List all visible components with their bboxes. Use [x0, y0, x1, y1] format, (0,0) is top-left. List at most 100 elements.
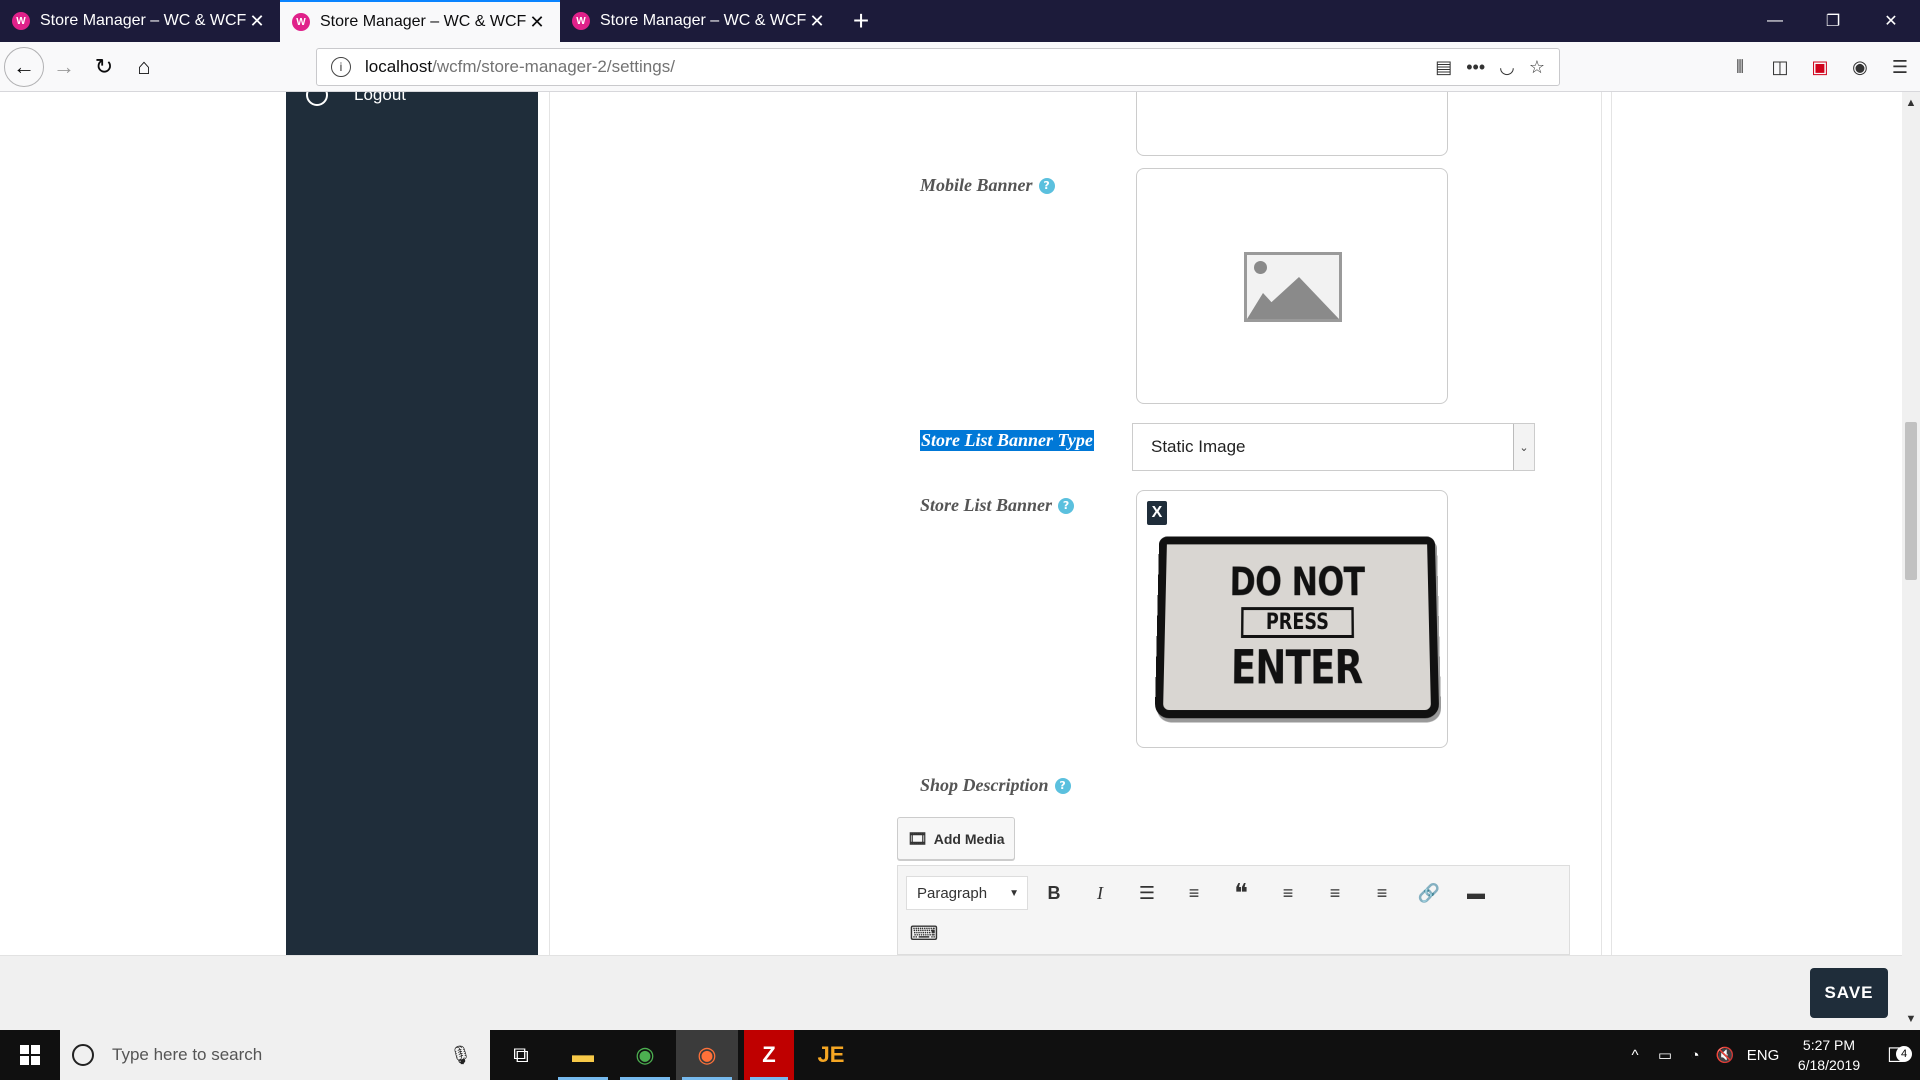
dropdown-arrow-icon: ▼ — [1009, 887, 1019, 899]
link-icon[interactable]: 🔗 — [1413, 876, 1445, 910]
windows-logo-icon — [20, 1045, 40, 1065]
save-button[interactable]: SAVE — [1810, 968, 1888, 1018]
sidebar-item-logout[interactable]: Logout — [306, 92, 406, 106]
media-icon: 🎞 — [907, 830, 928, 848]
file-explorer-icon[interactable]: ▬ — [552, 1030, 614, 1080]
bullet-list-icon[interactable]: ☰ — [1131, 876, 1163, 910]
mobile-banner-label: Mobile Banner ? — [920, 175, 1055, 196]
account-icon[interactable]: ◉ — [1840, 47, 1880, 87]
italic-icon[interactable]: I — [1084, 876, 1116, 910]
reader-view-icon[interactable]: ▤ — [1435, 57, 1452, 78]
store-list-banner-label: Store List Banner ? — [920, 495, 1075, 516]
back-arrow-icon[interactable]: ← — [4, 46, 44, 87]
help-icon[interactable]: ? — [1058, 497, 1075, 514]
taskbar-search[interactable]: Type here to search 🎙 — [60, 1030, 490, 1080]
remove-image-button[interactable]: X — [1147, 501, 1167, 525]
divider — [1611, 92, 1612, 955]
select-value: Static Image — [1151, 437, 1246, 456]
filezilla-icon[interactable]: Z — [744, 1030, 794, 1080]
sign-text-2: PRESS — [1240, 606, 1354, 638]
banner-preview-image: DO NOT PRESS ENTER — [1154, 536, 1440, 719]
store-list-banner-type-select[interactable]: Static Image ⌄ — [1132, 423, 1535, 471]
align-center-icon[interactable]: ≡ — [1319, 876, 1351, 910]
sign-text-3: ENTER — [1230, 639, 1364, 695]
chevron-up-icon[interactable]: ^ — [1620, 1047, 1650, 1064]
start-button[interactable] — [0, 1030, 60, 1080]
clock-time: 5:27 PM — [1802, 1037, 1856, 1053]
menu-icon[interactable]: ☰ — [1880, 47, 1920, 87]
address-bar[interactable]: i localhost/wcfm/store-manager-2/setting… — [316, 48, 1560, 86]
help-icon[interactable]: ? — [1038, 177, 1055, 194]
wcfm-sidebar: Logout — [286, 92, 538, 955]
wcfm-favicon-icon: W — [572, 12, 590, 30]
navigation-toolbar: ← → ↻ ⌂ i localhost/wcfm/store-manager-2… — [0, 42, 1920, 92]
language-indicator[interactable]: ENG — [1740, 1047, 1786, 1064]
window-controls: — ❐ ✕ — [1746, 0, 1920, 42]
extension-icon[interactable]: ▣ — [1800, 47, 1840, 87]
forward-arrow-icon[interactable]: → — [44, 47, 84, 87]
help-icon[interactable]: ? — [1054, 777, 1071, 794]
tab-title: Store Manager – WC & WCFM — [600, 12, 806, 29]
clock[interactable]: 5:27 PM 6/18/2019 — [1786, 1035, 1872, 1075]
tab-title: Store Manager – WC & WCFM — [320, 13, 526, 30]
keyboard-icon[interactable]: ⌨ — [908, 918, 940, 948]
store-list-banner-type-label-text: Store List Banner Type — [920, 430, 1094, 451]
format-select[interactable]: Paragraph ▼ — [906, 876, 1028, 910]
align-left-icon[interactable]: ≡ — [1272, 876, 1304, 910]
banner-image-box[interactable] — [1136, 92, 1448, 156]
system-tray: ^ ▭ ◔ 🔇 ENG 5:27 PM 6/18/2019 ☐ 4 — [1620, 1030, 1920, 1080]
clock-date: 6/18/2019 — [1797, 1057, 1861, 1073]
windows-taskbar: Type here to search 🎙 ⧉ ▬ ◉ ◉ Z JE ^ ▭ ◔… — [0, 1030, 1920, 1080]
scroll-thumb[interactable] — [1905, 422, 1917, 580]
sidebar-toggle-icon[interactable]: ◫ — [1760, 47, 1800, 87]
tab-title: Store Manager – WC & WCFM — [40, 12, 246, 29]
notification-center-icon[interactable]: ☐ 4 — [1872, 1043, 1920, 1068]
wifi-icon[interactable]: ◔ — [1680, 1047, 1710, 1064]
tab-close-icon[interactable]: ✕ — [246, 10, 268, 32]
scroll-up-icon[interactable]: ▲ — [1902, 94, 1920, 112]
numbered-list-icon[interactable]: ≡ — [1178, 876, 1210, 910]
jetbrains-icon[interactable]: JE — [800, 1030, 862, 1080]
shop-description-label: Shop Description ? — [920, 775, 1071, 796]
site-info-icon[interactable]: i — [331, 57, 351, 77]
microphone-icon[interactable]: 🎙 — [449, 1045, 472, 1066]
chrome-icon[interactable]: ◉ — [614, 1030, 676, 1080]
blockquote-icon[interactable]: ❝ — [1225, 876, 1257, 910]
new-tab-button[interactable]: + — [840, 0, 882, 42]
minimize-icon[interactable]: — — [1746, 0, 1804, 42]
pocket-icon[interactable]: ◡ — [1499, 57, 1515, 78]
volume-muted-icon[interactable]: 🔇 — [1710, 1046, 1740, 1064]
wcfm-favicon-icon: W — [292, 13, 310, 31]
browser-tab-3[interactable]: W Store Manager – WC & WCFM ✕ — [560, 0, 840, 42]
bold-icon[interactable]: B — [1038, 876, 1070, 910]
wcfm-favicon-icon: W — [12, 12, 30, 30]
mobile-banner-upload[interactable] — [1136, 168, 1448, 404]
firefox-icon[interactable]: ◉ — [676, 1030, 738, 1080]
notification-count: 4 — [1896, 1045, 1912, 1062]
home-icon[interactable]: ⌂ — [124, 47, 164, 87]
reload-icon[interactable]: ↻ — [84, 47, 124, 87]
scroll-down-icon[interactable]: ▼ — [1902, 1010, 1920, 1028]
sidebar-item-label: Logout — [354, 92, 406, 104]
tab-close-icon[interactable]: ✕ — [806, 10, 828, 32]
read-more-icon[interactable]: ▬ — [1460, 876, 1492, 910]
page-scrollbar[interactable]: ▲ ▼ — [1902, 92, 1920, 1030]
restore-icon[interactable]: ❐ — [1804, 0, 1862, 42]
browser-tab-2[interactable]: W Store Manager – WC & WCFM ✕ — [280, 0, 560, 42]
store-list-banner-upload[interactable]: DO NOT PRESS ENTER X — [1136, 490, 1448, 748]
sign-text-1: DO NOT — [1229, 559, 1365, 605]
library-icon[interactable]: ⫴ — [1720, 47, 1760, 87]
align-right-icon[interactable]: ≡ — [1366, 876, 1398, 910]
store-list-banner-label-text: Store List Banner — [920, 495, 1053, 515]
chevron-down-icon[interactable]: ⌄ — [1513, 424, 1534, 470]
browser-tab-1[interactable]: W Store Manager – WC & WCFM ✕ — [0, 0, 280, 42]
browser-tab-strip: W Store Manager – WC & WCFM ✕ W Store Ma… — [0, 0, 1920, 42]
task-view-icon[interactable]: ⧉ — [490, 1030, 552, 1080]
cortana-icon — [72, 1044, 94, 1066]
bookmark-star-icon[interactable]: ☆ — [1529, 57, 1545, 78]
page-actions-icon[interactable]: ••• — [1466, 57, 1485, 78]
close-window-icon[interactable]: ✕ — [1862, 0, 1920, 42]
add-media-button[interactable]: 🎞 Add Media — [897, 817, 1015, 860]
battery-icon[interactable]: ▭ — [1650, 1046, 1680, 1064]
tab-close-icon[interactable]: ✕ — [526, 11, 548, 33]
